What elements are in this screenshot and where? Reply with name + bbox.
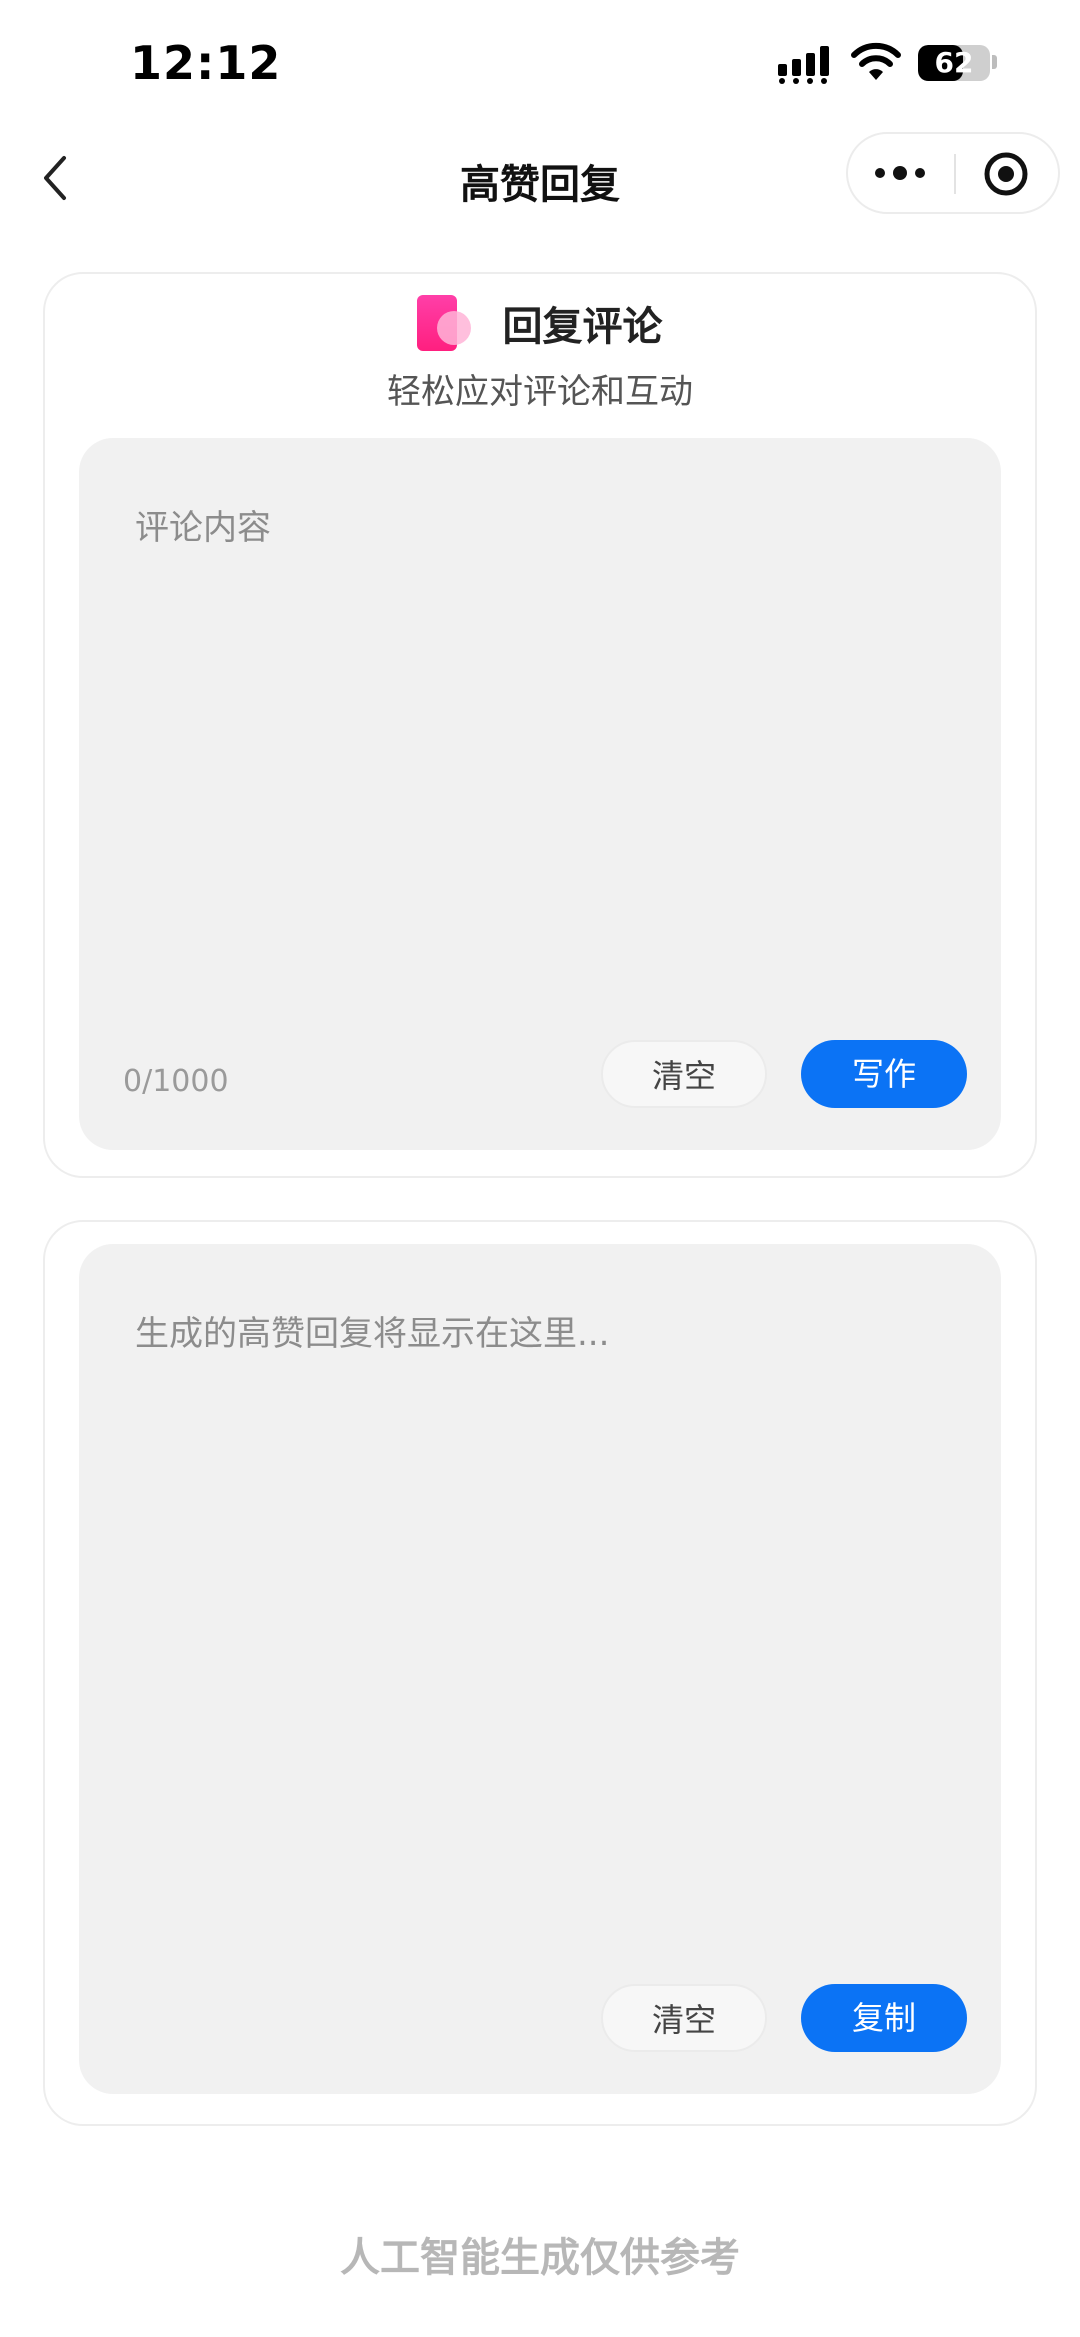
mini-program-capsule bbox=[846, 132, 1060, 214]
card-title: 回复评论 bbox=[502, 304, 663, 350]
result-output[interactable]: 生成的高赞回复将显示在这里... 清空 复制 bbox=[79, 1244, 1001, 2094]
wifi-icon bbox=[851, 42, 901, 80]
card-subtitle: 轻松应对评论和互动 bbox=[387, 372, 693, 412]
comment-input-placeholder: 评论内容 bbox=[135, 508, 271, 548]
result-placeholder: 生成的高赞回复将显示在这里... bbox=[135, 1314, 610, 1354]
comment-card: 回复评论 轻松应对评论和互动 评论内容 0/1000 清空 写作 bbox=[43, 272, 1037, 1178]
target-circle-icon[interactable] bbox=[982, 150, 1030, 198]
write-button[interactable]: 写作 bbox=[801, 1040, 967, 1108]
battery-icon: 62 bbox=[918, 45, 990, 81]
char-counter: 0/1000 bbox=[123, 1064, 229, 1099]
ai-disclaimer: 人工智能生成仅供参考 bbox=[340, 2235, 740, 2281]
more-dots-icon[interactable] bbox=[870, 158, 930, 188]
clear-comment-button[interactable]: 清空 bbox=[601, 1040, 767, 1108]
nav-bar: 高赞回复 bbox=[0, 130, 1080, 230]
signal-icon bbox=[778, 46, 829, 84]
copy-button[interactable]: 复制 bbox=[801, 1984, 967, 2052]
status-time: 12:12 bbox=[130, 36, 282, 90]
comment-input[interactable]: 评论内容 0/1000 清空 写作 bbox=[79, 438, 1001, 1150]
capsule-divider bbox=[954, 154, 956, 194]
page: 12:12 62 高赞回复 回复评论 轻松应对评论和互动 评论内容 0/1000… bbox=[0, 0, 1080, 2337]
card-header: 回复评论 bbox=[45, 294, 1035, 360]
result-card: 生成的高赞回复将显示在这里... 清空 复制 bbox=[43, 1220, 1037, 2126]
battery-tip bbox=[992, 55, 997, 69]
battery-label: 62 bbox=[934, 46, 974, 79]
notebook-chat-icon bbox=[417, 295, 472, 351]
status-bar: 12:12 62 bbox=[0, 0, 1080, 130]
clear-result-button[interactable]: 清空 bbox=[601, 1984, 767, 2052]
